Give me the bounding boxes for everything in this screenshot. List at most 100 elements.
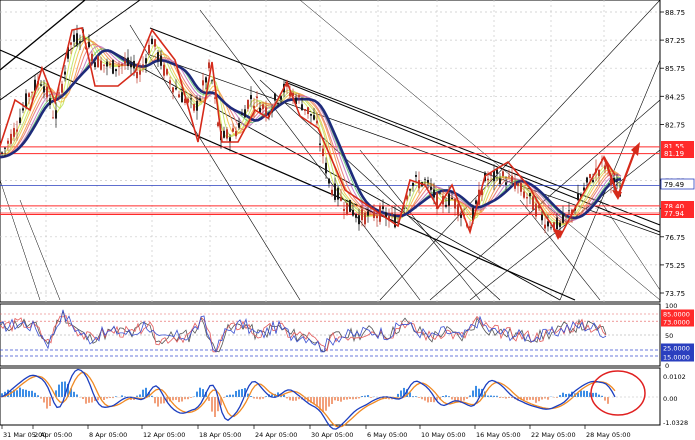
candle-body [70, 42, 72, 45]
macd-bar-down [325, 397, 327, 411]
candle-body [475, 200, 477, 204]
time-tick-label: 24 Apr 05:00 [255, 431, 297, 439]
macd-bar-down [262, 397, 264, 399]
time-tick-label: 30 Apr 05:00 [311, 431, 353, 439]
macd-bar-up [37, 395, 39, 397]
candle-body [4, 147, 6, 149]
candle-body [31, 91, 33, 93]
macd-bar-up [229, 394, 231, 397]
candle-body [556, 217, 558, 230]
candle-body [100, 60, 102, 70]
candle-body [301, 104, 303, 111]
candle-body [325, 162, 327, 174]
macd-tick-label: 0.00 [663, 395, 677, 403]
macd-bar-up [397, 393, 399, 397]
candle-body [241, 113, 243, 115]
time-tick-label: 28 May 05:00 [586, 431, 631, 439]
macd-bar-down [529, 397, 531, 400]
candle-body [523, 191, 525, 198]
candle-body [136, 72, 138, 79]
macd-bar-up [232, 394, 234, 397]
rsi-label-text: 25.0000 [663, 345, 690, 353]
candle-body [598, 170, 600, 177]
candle-body [391, 212, 393, 215]
candle-body [10, 133, 12, 144]
candle-body [133, 60, 135, 69]
candle-body [517, 183, 519, 187]
candle-body [145, 58, 147, 64]
candle-body [535, 203, 537, 217]
candle-body [277, 103, 279, 105]
candle-body [91, 53, 93, 62]
candle-body [178, 94, 180, 98]
macd-bar-up [583, 390, 585, 397]
candle-body [163, 64, 165, 76]
price-tick-label: 84.25 [665, 93, 685, 101]
candle-body [25, 93, 27, 108]
macd-bar-down [538, 397, 540, 402]
candle-body [121, 63, 123, 66]
macd-bar-up [367, 395, 369, 397]
candle-body [232, 128, 234, 132]
candle-body [154, 39, 156, 47]
macd-bar-down [451, 397, 453, 400]
macd-bar-down [547, 397, 549, 400]
candle-body [103, 64, 105, 66]
macd-bar-down [421, 397, 423, 400]
macd-bar-down [427, 397, 429, 403]
macd-bar-down [526, 397, 528, 401]
candle-body [118, 66, 120, 68]
macd-bar-down [292, 397, 294, 401]
macd-bar-up [250, 396, 252, 397]
trading-chart[interactable]: 88.7587.2585.7584.2582.7579.7578.2576.75… [0, 0, 695, 440]
candle-body [337, 187, 339, 200]
macd-bar-down [106, 397, 108, 399]
candle-body [139, 70, 141, 75]
candle-body [88, 42, 90, 48]
macd-bar-down [295, 397, 297, 401]
candle-body [166, 69, 168, 75]
macd-bar-down [286, 397, 288, 399]
candle-body [361, 209, 363, 221]
candle-body [604, 165, 606, 170]
candle-body [49, 98, 51, 105]
candle-body [340, 196, 342, 201]
candle-body [211, 80, 213, 82]
candle-body [265, 107, 267, 115]
macd-bar-down [190, 397, 192, 398]
candle-body [208, 62, 210, 69]
candle-body [439, 193, 441, 195]
candle-body [358, 215, 360, 225]
candle-body [568, 210, 570, 212]
macd-bar-up [238, 389, 240, 397]
candle-body [217, 122, 219, 127]
macd-tick-label: -1.0328 [663, 419, 688, 427]
candle-body [451, 197, 453, 199]
macd-bar-up [445, 395, 447, 397]
candle-body [526, 197, 528, 199]
candle-body [235, 131, 237, 137]
candle-body [505, 182, 507, 185]
macd-bar-up [31, 390, 33, 397]
candle-body [28, 93, 30, 97]
candle-body [316, 120, 318, 124]
macd-bar-up [562, 392, 564, 397]
candle-body [244, 109, 246, 118]
candle-body [460, 214, 462, 218]
candle-body [334, 183, 336, 200]
candle-body [76, 33, 78, 45]
macd-bar-up [34, 392, 36, 397]
candle-body [247, 100, 249, 109]
time-tick-label: 10 May 05:00 [421, 431, 466, 439]
candle-body [499, 178, 501, 184]
macd-bar-up [22, 389, 24, 397]
candle-body [298, 95, 300, 97]
candle-body [322, 148, 324, 157]
candle-body [589, 174, 591, 178]
candle-body [367, 211, 369, 216]
macd-bar-down [328, 397, 330, 407]
candle-body [160, 55, 162, 66]
candle-body [16, 129, 18, 132]
macd-bar-down [211, 397, 213, 412]
time-tick-label: 18 Apr 05:00 [199, 431, 241, 439]
